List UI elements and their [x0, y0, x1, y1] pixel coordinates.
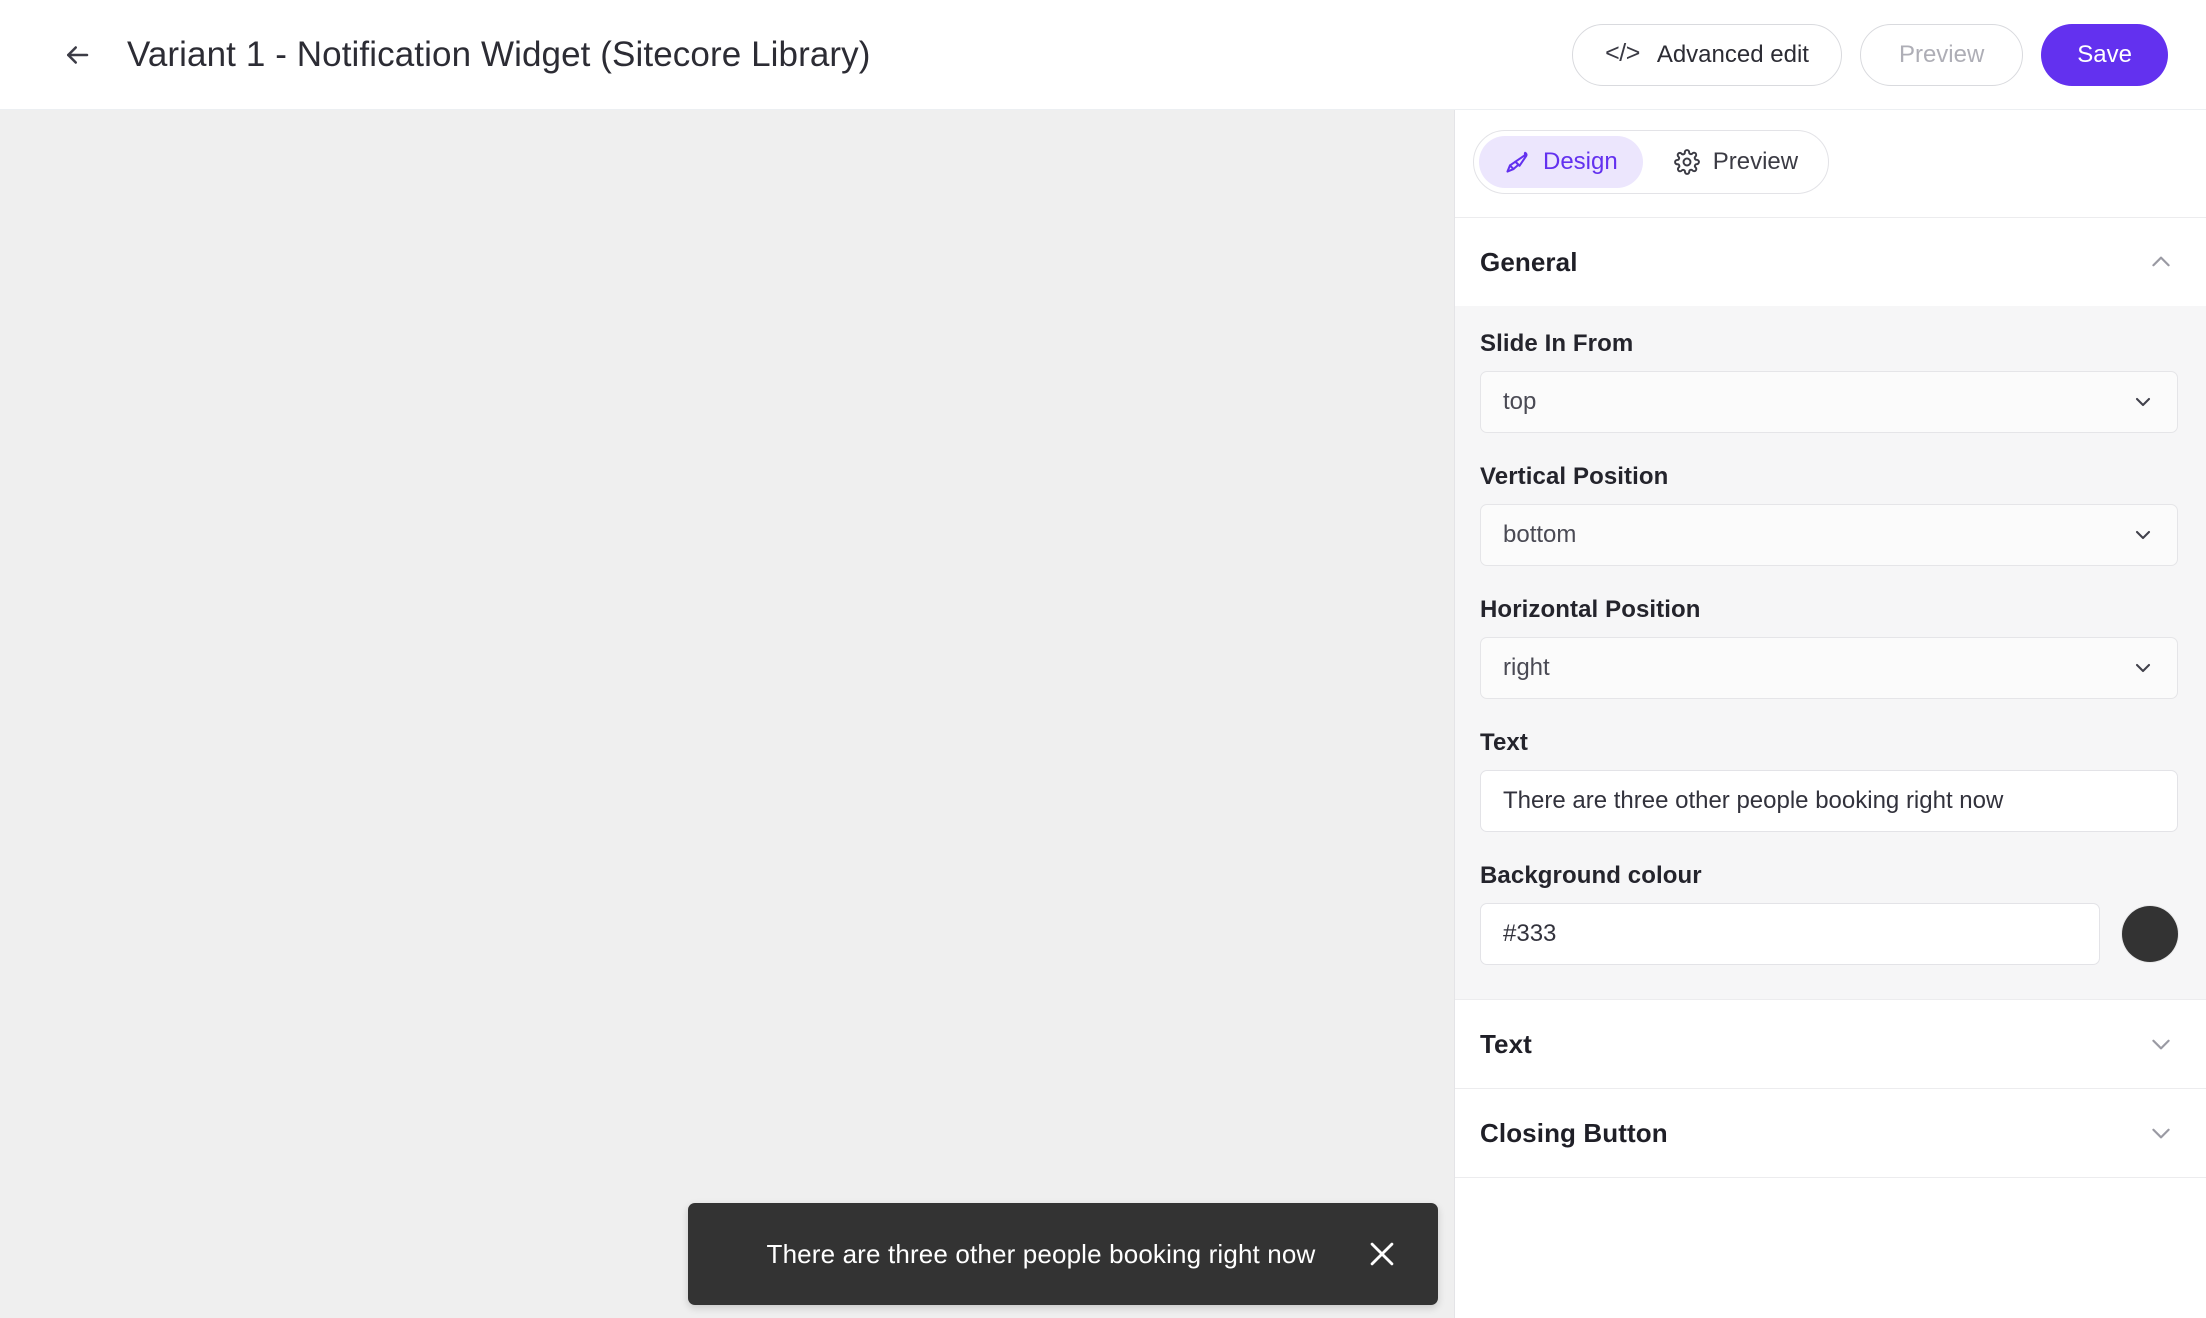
- notification-toast-text: There are three other people booking rig…: [766, 1238, 1316, 1269]
- settings-panel: Design Preview General Slide In From top…: [1454, 110, 2206, 1318]
- panel-tabs: Design Preview: [1455, 110, 2206, 218]
- field-vertical-position-label: Vertical Position: [1480, 463, 1669, 490]
- section-general: General Slide In From top Vertical Posit…: [1455, 218, 2206, 1000]
- chevron-up-icon[interactable]: [2144, 245, 2178, 279]
- save-button[interactable]: Save: [2041, 23, 2168, 86]
- chevron-down-icon[interactable]: [2144, 1116, 2178, 1150]
- background-colour-row: [1480, 903, 2178, 965]
- page-title: Variant 1 - Notification Widget (Sitecor…: [127, 34, 871, 74]
- panel-tab-group: Design Preview: [1473, 130, 1830, 194]
- text-input[interactable]: [1480, 770, 2178, 832]
- field-slide-in-from: Slide In From top: [1480, 330, 2178, 433]
- code-brackets-icon: </>: [1605, 39, 1640, 67]
- chevron-down-icon[interactable]: [2144, 1027, 2178, 1061]
- section-closing-button-title: Closing Button: [1480, 1117, 1668, 1148]
- background-colour-input[interactable]: [1480, 903, 2100, 965]
- vertical-position-value: bottom: [1503, 521, 1577, 548]
- field-background-colour: Background colour: [1480, 862, 2178, 965]
- tab-design-label: Design: [1543, 148, 1618, 175]
- advanced-edit-button[interactable]: </> Advanced edit: [1572, 23, 1842, 86]
- tab-preview[interactable]: Preview: [1649, 136, 1823, 188]
- chevron-down-icon: [2131, 390, 2155, 414]
- section-general-header[interactable]: General: [1455, 218, 2206, 306]
- background-colour-swatch[interactable]: [2122, 906, 2178, 962]
- section-general-body: Slide In From top Vertical Position bott…: [1455, 306, 2206, 999]
- section-text: Text: [1455, 1000, 2206, 1089]
- top-bar-actions: </> Advanced edit Preview Save: [1572, 23, 2168, 86]
- back-button[interactable]: [54, 32, 100, 78]
- tab-design[interactable]: Design: [1479, 136, 1643, 188]
- save-button-label: Save: [2077, 40, 2132, 68]
- advanced-edit-label: Advanced edit: [1656, 40, 1809, 68]
- chevron-down-icon: [2131, 523, 2155, 547]
- section-closing-button-header[interactable]: Closing Button: [1455, 1089, 2206, 1177]
- field-background-colour-label: Background colour: [1480, 862, 1702, 889]
- preview-canvas: There are three other people booking rig…: [0, 110, 1454, 1318]
- paintbrush-icon: [1504, 149, 1530, 175]
- section-general-title: General: [1480, 246, 1578, 277]
- arrow-left-icon: [62, 40, 92, 70]
- field-text: Text: [1480, 729, 2178, 832]
- section-text-title: Text: [1480, 1028, 1532, 1059]
- gear-icon: [1673, 149, 1700, 175]
- editor-body: There are three other people booking rig…: [0, 110, 2206, 1318]
- preview-button[interactable]: Preview: [1859, 23, 2024, 86]
- section-closing-button: Closing Button: [1455, 1089, 2206, 1178]
- top-bar: Variant 1 - Notification Widget (Sitecor…: [0, 0, 2206, 110]
- chevron-down-icon: [2131, 656, 2155, 680]
- variant-editor-app: Variant 1 - Notification Widget (Sitecor…: [0, 0, 2206, 1318]
- horizontal-position-value: right: [1503, 654, 1550, 681]
- section-text-header[interactable]: Text: [1455, 1000, 2206, 1088]
- close-x-icon: [1365, 1237, 1399, 1271]
- slide-in-from-value: top: [1503, 388, 1537, 415]
- field-horizontal-position: Horizontal Position right: [1480, 596, 2178, 699]
- field-horizontal-position-label: Horizontal Position: [1480, 596, 1701, 623]
- horizontal-position-select[interactable]: right: [1480, 637, 2178, 699]
- slide-in-from-select[interactable]: top: [1480, 371, 2178, 433]
- tab-preview-label: Preview: [1712, 148, 1799, 175]
- field-vertical-position: Vertical Position bottom: [1480, 463, 2178, 566]
- vertical-position-select[interactable]: bottom: [1480, 504, 2178, 566]
- preview-button-label: Preview: [1898, 40, 1985, 68]
- notification-close-button[interactable]: [1360, 1232, 1404, 1276]
- field-slide-in-from-label: Slide In From: [1480, 330, 1634, 357]
- notification-toast: There are three other people booking rig…: [688, 1203, 1438, 1305]
- field-text-label: Text: [1480, 729, 1528, 756]
